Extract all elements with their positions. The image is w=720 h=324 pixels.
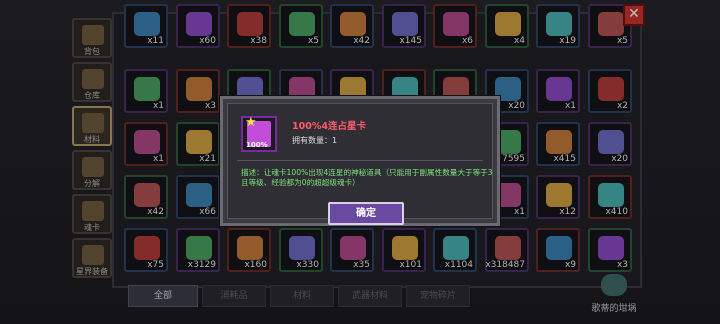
confirm-button[interactable]: 确定 [328,202,404,225]
item-description: 描述：让魂卡100%出现4连星的神秘道具（只能用于副属性数量大于等于3且等级、经… [241,168,493,187]
star-icon: ★ [245,115,257,130]
item-name: 100%4连占星卡 [292,121,366,132]
item-percent-label: 100% [246,141,268,149]
dialog-body: ★ 100% 100%4连占星卡 拥有数量：1 描述：让魂卡100%出现4连星的… [227,103,493,225]
item-owned-count: 拥有数量：1 [292,136,338,145]
item-detail-dialog: ★ 100% 100%4连占星卡 拥有数量：1 描述：让魂卡100%出现4连星的… [220,96,500,226]
divider [237,160,483,161]
item-slot: ★ 100% [241,115,277,152]
